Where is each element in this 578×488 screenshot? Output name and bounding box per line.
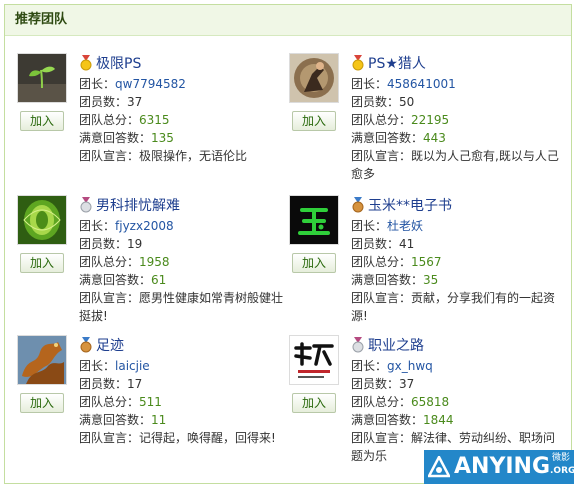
team-card: 加入 PS★猎人 团长：458641001 团员数：50 团队总分：22195 … bbox=[289, 53, 559, 183]
team-avatar[interactable] bbox=[17, 335, 67, 385]
satisfied-label: 满意回答数： bbox=[351, 413, 424, 427]
team-leader[interactable]: laicjie bbox=[115, 359, 150, 373]
team-leader[interactable]: fjyzx2008 bbox=[115, 219, 174, 233]
member-count: 17 bbox=[127, 377, 143, 391]
members-label: 团员数： bbox=[79, 95, 128, 109]
join-button[interactable]: 加入 bbox=[20, 111, 64, 131]
team-avatar[interactable] bbox=[17, 53, 67, 103]
leader-label: 团长： bbox=[79, 77, 116, 91]
satisfied-label: 满意回答数： bbox=[79, 413, 152, 427]
team-avatar[interactable] bbox=[289, 195, 339, 245]
score-label: 团队总分： bbox=[79, 395, 140, 409]
satisfied-label: 满意回答数： bbox=[79, 273, 152, 287]
team-score: 511 bbox=[139, 395, 162, 409]
team-leader[interactable]: 杜老妖 bbox=[387, 219, 423, 233]
team-score: 65818 bbox=[411, 395, 450, 409]
team-score: 1567 bbox=[411, 255, 442, 269]
team-card: 加入 足迹 团长：laicjie 团员数：17 团队总分：511 满意回答数：1… bbox=[17, 335, 287, 465]
team-avatar[interactable] bbox=[289, 335, 339, 385]
leader-label: 团长： bbox=[351, 219, 388, 233]
watermark-org: .ORG bbox=[550, 466, 576, 476]
members-label: 团员数： bbox=[351, 237, 400, 251]
member-count: 37 bbox=[127, 95, 143, 109]
motto-label: 团队宣言： bbox=[351, 431, 412, 445]
score-label: 团队总分： bbox=[351, 113, 412, 127]
leader-label: 团长： bbox=[79, 219, 116, 233]
members-label: 团员数： bbox=[79, 377, 128, 391]
join-button[interactable]: 加入 bbox=[20, 253, 64, 273]
watermark-text: ANYING bbox=[454, 454, 551, 479]
motto-label: 团队宣言： bbox=[79, 431, 140, 445]
team-avatar[interactable] bbox=[289, 53, 339, 103]
motto-label: 团队宣言： bbox=[351, 291, 412, 305]
panel-title: 推荐团队 bbox=[5, 5, 571, 36]
satisfied-answers: 1844 bbox=[423, 413, 454, 427]
member-count: 19 bbox=[127, 237, 143, 251]
team-name[interactable]: 玉米**电子书 bbox=[368, 198, 452, 214]
team-score: 22195 bbox=[411, 113, 450, 127]
satisfied-answers: 135 bbox=[151, 131, 174, 145]
team-card: 加入 职业之路 团长：gx_hwq 团员数：37 团队总分：65818 满意回答… bbox=[289, 335, 559, 465]
motto-label: 团队宣言： bbox=[351, 149, 412, 163]
anying-logo-icon bbox=[426, 454, 452, 481]
team-leader[interactable]: qw7794582 bbox=[115, 77, 186, 91]
site-watermark: ANYING 微影 .ORG bbox=[424, 450, 576, 484]
satisfied-label: 满意回答数： bbox=[79, 131, 152, 145]
satisfied-label: 满意回答数： bbox=[351, 131, 424, 145]
satisfied-answers: 61 bbox=[151, 273, 167, 287]
team-avatar[interactable] bbox=[17, 195, 67, 245]
score-label: 团队总分： bbox=[79, 113, 140, 127]
team-name[interactable]: PS★猎人 bbox=[368, 56, 426, 72]
team-name[interactable]: 男科排忧解难 bbox=[96, 198, 180, 214]
satisfied-answers: 35 bbox=[423, 273, 439, 287]
join-button[interactable]: 加入 bbox=[292, 253, 336, 273]
join-button[interactable]: 加入 bbox=[292, 393, 336, 413]
satisfied-answers: 11 bbox=[151, 413, 167, 427]
team-motto: 极限操作，无语伦比 bbox=[139, 149, 248, 163]
team-motto: 记得起，唤得醒，回得来! bbox=[139, 431, 276, 445]
satisfied-answers: 443 bbox=[423, 131, 446, 145]
members-label: 团员数： bbox=[79, 237, 128, 251]
team-card: 加入 男科排忧解难 团长：fjyzx2008 团员数：19 团队总分：1958 … bbox=[17, 195, 287, 325]
score-label: 团队总分： bbox=[79, 255, 140, 269]
join-button[interactable]: 加入 bbox=[20, 393, 64, 413]
motto-label: 团队宣言： bbox=[79, 291, 140, 305]
team-name[interactable]: 足迹 bbox=[96, 338, 124, 354]
leader-label: 团长： bbox=[351, 359, 388, 373]
leader-label: 团长： bbox=[79, 359, 116, 373]
score-label: 团队总分： bbox=[351, 255, 412, 269]
member-count: 41 bbox=[399, 237, 415, 251]
team-leader[interactable]: gx_hwq bbox=[387, 359, 433, 373]
team-card: 加入 极限PS 团长：qw7794582 团员数：37 团队总分：6315 满意… bbox=[17, 53, 287, 183]
team-card: 加入 玉米**电子书 团长：杜老妖 团员数：41 团队总分：1567 满意回答数… bbox=[289, 195, 559, 325]
team-score: 6315 bbox=[139, 113, 170, 127]
satisfied-label: 满意回答数： bbox=[351, 273, 424, 287]
score-label: 团队总分： bbox=[351, 395, 412, 409]
team-score: 1958 bbox=[139, 255, 170, 269]
members-label: 团员数： bbox=[351, 377, 400, 391]
member-count: 50 bbox=[399, 95, 415, 109]
members-label: 团员数： bbox=[351, 95, 400, 109]
join-button[interactable]: 加入 bbox=[292, 111, 336, 131]
team-name[interactable]: 职业之路 bbox=[368, 338, 424, 354]
watermark-sub: 微影 bbox=[552, 453, 571, 463]
motto-label: 团队宣言： bbox=[79, 149, 140, 163]
team-name[interactable]: 极限PS bbox=[96, 56, 141, 72]
member-count: 37 bbox=[399, 377, 415, 391]
team-leader[interactable]: 458641001 bbox=[387, 77, 456, 91]
recommended-teams-panel: 推荐团队 加入 极限PS 团长：qw7794582 团员数：37 团队总分：63… bbox=[4, 4, 572, 484]
leader-label: 团长： bbox=[351, 77, 388, 91]
